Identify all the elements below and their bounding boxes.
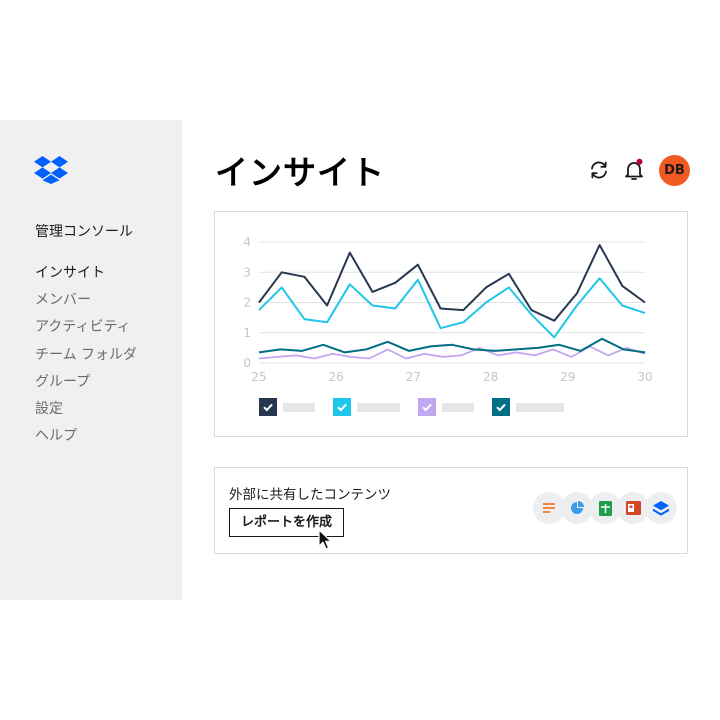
sidebar-item-help[interactable]: ヘルプ: [35, 427, 137, 454]
x-tick-label: 28: [483, 370, 498, 384]
dropbox-logo-icon[interactable]: [34, 156, 68, 184]
legend-label-placeholder: [516, 402, 564, 412]
legend-label-placeholder: [442, 402, 474, 412]
x-tick-label: 29: [560, 370, 575, 384]
y-tick-label: 1: [243, 326, 251, 340]
y-tick-label: 0: [243, 356, 251, 370]
x-tick-label: 26: [329, 370, 344, 384]
bell-icon[interactable]: [622, 158, 646, 182]
chart-legend: [259, 398, 582, 416]
sidebar-item-activity[interactable]: アクティビティ: [35, 318, 137, 345]
series-line-4: [258, 337, 646, 354]
sidebar-item-members[interactable]: メンバー: [35, 291, 137, 318]
checkbox-checked-icon[interactable]: [259, 398, 277, 416]
legend-item[interactable]: [418, 398, 474, 416]
avatar[interactable]: DB: [659, 155, 690, 186]
file-type-icons: [533, 492, 678, 526]
shared-content-card: 外部に共有したコンテンツ レポートを作成: [214, 467, 688, 554]
series-line-2: [258, 277, 646, 339]
sidebar-item-team-folders[interactable]: チーム フォルダ: [35, 346, 137, 373]
refresh-icon[interactable]: [587, 158, 611, 182]
checkbox-checked-icon[interactable]: [418, 398, 436, 416]
dropbox-paper-icon: [645, 492, 677, 524]
y-tick-label: 4: [243, 235, 251, 249]
series-line-1: [258, 244, 646, 322]
sidebar-nav: インサイト メンバー アクティビティ チーム フォルダ グループ 設定 ヘルプ: [35, 264, 137, 454]
sidebar-item-groups[interactable]: グループ: [35, 373, 137, 400]
insights-chart-card: 0 1 2 3 4 25 26 27 28 29 30: [214, 211, 688, 437]
page-title: インサイト: [215, 153, 385, 192]
sidebar-item-settings[interactable]: 設定: [35, 400, 137, 427]
admin-console-title: 管理コンソール: [35, 224, 133, 240]
y-tick-label: 2: [243, 296, 251, 310]
mouse-pointer-icon: [318, 529, 332, 550]
legend-item[interactable]: [492, 398, 564, 416]
sidebar: 管理コンソール インサイト メンバー アクティビティ チーム フォルダ グループ…: [0, 120, 182, 600]
checkbox-checked-icon[interactable]: [492, 398, 510, 416]
x-tick-label: 30: [637, 370, 652, 384]
shared-content-title: 外部に共有したコンテンツ: [229, 487, 391, 503]
y-tick-label: 3: [243, 265, 251, 279]
sidebar-item-insights[interactable]: インサイト: [35, 264, 137, 291]
legend-item[interactable]: [259, 398, 315, 416]
legend-label-placeholder: [283, 402, 315, 412]
x-tick-label: 27: [406, 370, 421, 384]
legend-label-placeholder: [357, 402, 400, 412]
legend-item[interactable]: [333, 398, 400, 416]
x-tick-label: 25: [251, 370, 266, 384]
activity-line-chart: 0 1 2 3 4 25 26 27 28 29 30: [243, 235, 652, 384]
checkbox-checked-icon[interactable]: [333, 398, 351, 416]
